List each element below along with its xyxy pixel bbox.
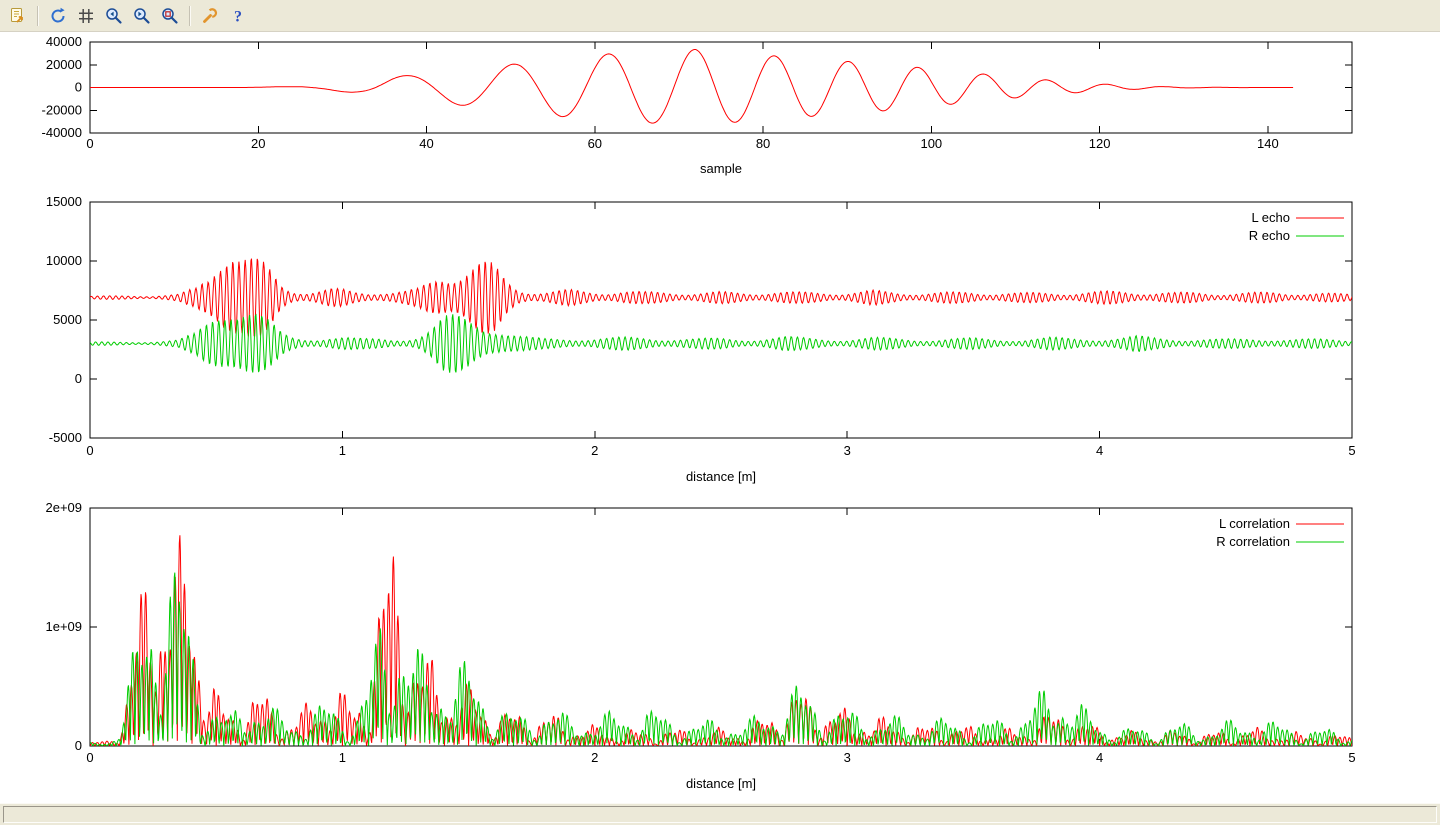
- configure-button[interactable]: [197, 3, 223, 29]
- plot-svg[interactable]: 020406080100120140-40000-200000200004000…: [0, 32, 1440, 803]
- series-line-l-echo: [90, 259, 1352, 337]
- x-axis-label: distance [m]: [686, 776, 756, 791]
- plot-border: [90, 42, 1352, 133]
- status-bar: [0, 803, 1440, 825]
- y-tick-label: 0: [75, 371, 82, 386]
- x-axis-label: sample: [700, 161, 742, 176]
- zoom-next-button[interactable]: [129, 3, 155, 29]
- x-tick-label: 4: [1096, 443, 1103, 458]
- y-tick-label: 2e+09: [45, 500, 82, 515]
- x-tick-label: 1: [339, 750, 346, 765]
- wrench-icon: [200, 6, 220, 26]
- toolbar-separator: [37, 6, 39, 26]
- series-line-pulse: [90, 50, 1293, 124]
- plot-border: [90, 202, 1352, 438]
- x-tick-label: 0: [86, 136, 93, 151]
- x-tick-label: 5: [1348, 443, 1355, 458]
- svg-text:?: ?: [234, 8, 242, 25]
- x-tick-label: 0: [86, 750, 93, 765]
- legend-label: L echo: [1251, 210, 1290, 225]
- zoom-next-icon: [132, 6, 152, 26]
- replot-button[interactable]: [45, 3, 71, 29]
- y-tick-label: 0: [75, 738, 82, 753]
- y-tick-label: -5000: [49, 430, 82, 445]
- zoom-default-button[interactable]: [157, 3, 183, 29]
- x-tick-label: 3: [844, 443, 851, 458]
- x-tick-label: 2: [591, 443, 598, 458]
- copy-plot-button[interactable]: [5, 3, 31, 29]
- x-tick-label: 2: [591, 750, 598, 765]
- help-button[interactable]: ?: [225, 3, 251, 29]
- series-group: [90, 535, 1352, 746]
- x-tick-label: 40: [419, 136, 433, 151]
- x-tick-label: 1: [339, 443, 346, 458]
- y-tick-label: 15000: [46, 194, 82, 209]
- x-tick-label: 120: [1089, 136, 1111, 151]
- axis-ticks: [90, 202, 1352, 438]
- y-tick-label: -20000: [42, 102, 82, 117]
- grid-toggle-button[interactable]: [73, 3, 99, 29]
- zoom-default-icon: [160, 6, 180, 26]
- y-tick-label: 10000: [46, 253, 82, 268]
- y-tick-label: 20000: [46, 57, 82, 72]
- gnuplot-window: ? 020406080100120140-40000-2000002000040…: [0, 0, 1440, 825]
- y-tick-label: 0: [75, 80, 82, 95]
- legend-label: R correlation: [1216, 534, 1290, 549]
- x-axis-label: distance [m]: [686, 469, 756, 484]
- series-group: [90, 259, 1352, 373]
- zoom-previous-button[interactable]: [101, 3, 127, 29]
- legend-label: R echo: [1249, 228, 1290, 243]
- plot-3: 0 1 2 3 4 5 0 1e+09 2e+09 distance [m] L correlati…: [45, 500, 1355, 791]
- legend-label: L correlation: [1219, 516, 1290, 531]
- axis-ticks: [90, 508, 1352, 746]
- y-tick-label: 40000: [46, 34, 82, 49]
- plot-1: 0 20 40 60 80 100 120 140 -40000 -20000 0 20000 4000…: [42, 34, 1352, 176]
- copy-plot-icon: [8, 6, 28, 26]
- help-icon: ?: [228, 6, 248, 26]
- x-tick-label: 5: [1348, 750, 1355, 765]
- x-tick-label: 4: [1096, 750, 1103, 765]
- x-tick-label: 20: [251, 136, 265, 151]
- toolbar-separator: [189, 6, 191, 26]
- x-tick-label: 60: [588, 136, 602, 151]
- replot-icon: [48, 6, 68, 26]
- x-tick-label: 100: [920, 136, 942, 151]
- y-tick-label: -40000: [42, 125, 82, 140]
- toolbar: ?: [0, 0, 1440, 32]
- y-tick-label: 1e+09: [45, 619, 82, 634]
- plot-canvas[interactable]: 020406080100120140-40000-200000200004000…: [0, 32, 1440, 803]
- plot-border: [90, 508, 1352, 746]
- y-tick-label: 5000: [53, 312, 82, 327]
- axis-ticks: [90, 42, 1352, 133]
- x-tick-label: 80: [756, 136, 770, 151]
- series-line-r-echo: [90, 314, 1352, 372]
- plot-2: 0 1 2 3 4 5 -5000 0 5000 10000 15000 distance [m] L …: [46, 194, 1356, 484]
- series-line-l-correlation: [90, 535, 1352, 746]
- zoom-previous-icon: [104, 6, 124, 26]
- series-line-r-correlation: [90, 573, 1352, 746]
- x-tick-label: 140: [1257, 136, 1279, 151]
- x-tick-label: 3: [844, 750, 851, 765]
- grid-icon: [76, 6, 96, 26]
- series-group: [90, 50, 1293, 124]
- status-field: [3, 806, 1437, 823]
- x-tick-label: 0: [86, 443, 93, 458]
